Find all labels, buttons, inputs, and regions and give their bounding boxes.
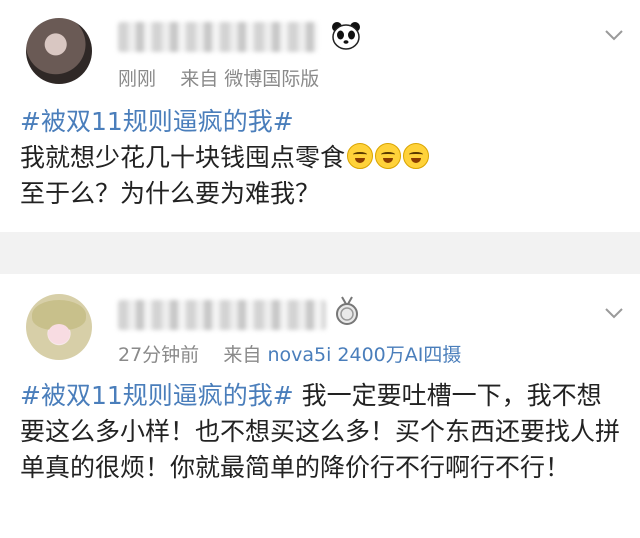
post-separator [0,232,640,274]
post-meta: 刚刚 来自 微博国际版 [118,64,319,91]
post-time: 刚刚 [118,68,157,90]
avatar[interactable] [26,294,92,360]
post-text-line-1: 我就想少花几十块钱囤点零食 [20,143,346,172]
post-content: #被双11规则逼疯的我# 我就想少花几十块钱囤点零食 至于么？为什么要为难我？ [20,104,622,212]
post-from-label: 来自 [180,68,219,90]
post-client-link[interactable]: nova5i 2400万AI四摄 [267,344,461,366]
avatar[interactable] [26,18,92,84]
grin-emoji-icon [347,143,374,169]
weibo-post-2: 27分钟前 来自 nova5i 2400万AI四摄 #被双11规则逼疯的我# 我… [0,274,640,538]
post-meta: 27分钟前 来自 nova5i 2400万AI四摄 [118,340,461,367]
username-blurred[interactable] [118,22,318,52]
post-client-link[interactable]: 微博国际版 [224,68,319,90]
medal-icon [336,296,358,325]
hashtag-link[interactable]: #被双11规则逼疯的我# [20,381,294,410]
chevron-down-icon[interactable] [604,28,624,42]
post-content: #被双11规则逼疯的我# 我一定要吐槽一下，我不想要这么多小样！也不想买这么多！… [20,378,622,486]
grin-emoji-icon [403,143,430,169]
post-text-line-2: 至于么？为什么要为难我？ [20,179,321,208]
post-from-label: 来自 [223,344,262,366]
weibo-post-1: 刚刚 来自 微博国际版 #被双11规则逼疯的我# 我就想少花几十块钱囤点零食 至… [0,0,640,232]
username-blurred[interactable] [118,300,326,330]
hashtag-link[interactable]: #被双11规则逼疯的我# [20,107,294,136]
chevron-down-icon[interactable] [604,306,624,320]
grin-emoji-icon [375,143,402,169]
panda-icon [332,22,360,50]
post-time: 27分钟前 [118,344,200,366]
